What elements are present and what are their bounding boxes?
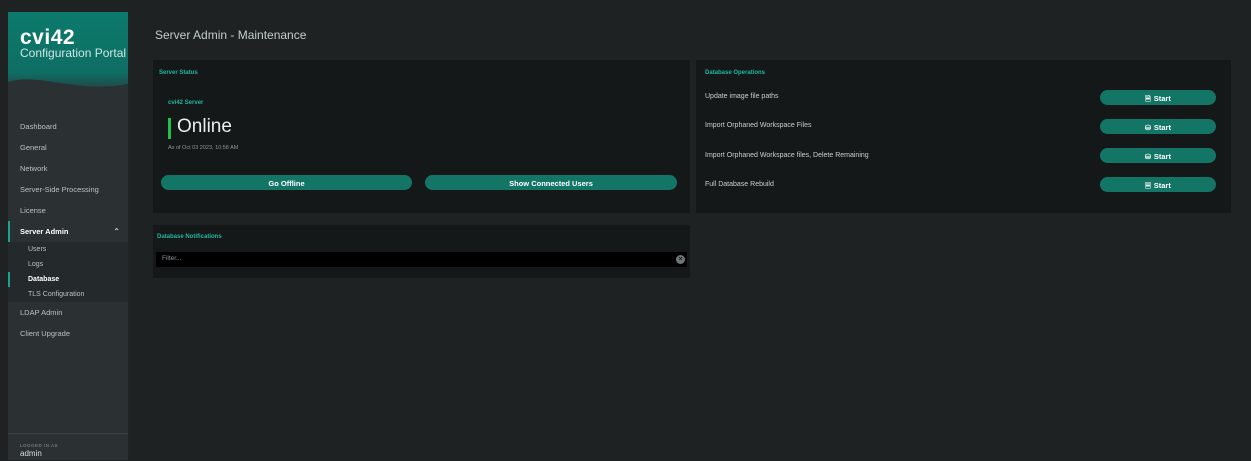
full-database-rebuild-start-button[interactable]: 🗏 Start <box>1100 177 1216 192</box>
server-name-label: cvi42 Server <box>168 100 204 106</box>
logged-in-panel: LOGGED IN AS admin <box>8 433 128 461</box>
file-icon: 🗎 <box>1145 96 1151 103</box>
sidebar: cvi42 Configuration Portal Dashboard Gen… <box>8 12 129 460</box>
go-offline-button[interactable]: Go Offline <box>161 175 412 190</box>
filter-input[interactable]: Filter... × <box>156 252 687 267</box>
sidebar-subitem-users[interactable]: Users <box>8 242 128 257</box>
database-notifications-title: Database Notifications <box>157 234 222 240</box>
start-label: Start <box>1153 94 1171 103</box>
import-orphaned-files-start-button[interactable]: ⛁ Start <box>1100 119 1216 134</box>
server-admin-submenu: Users Logs Database TLS Configuration <box>8 242 128 302</box>
chevron-up-icon: ⌃ <box>113 227 120 236</box>
database-operations-title: Database Operations <box>705 70 766 76</box>
page-title: Server Admin - Maintenance <box>155 28 307 42</box>
operation-label: Import Orphaned Workspace files, Delete … <box>705 152 869 159</box>
update-image-paths-start-button[interactable]: 🗎 Start <box>1100 90 1216 105</box>
status-indicator <box>168 118 171 139</box>
sidebar-item-client-upgrade[interactable]: Client Upgrade <box>8 323 128 344</box>
status-timestamp: As of Oct 03 2023, 10:58 AM <box>168 145 239 151</box>
operation-label: Update image file paths <box>705 93 779 100</box>
sidebar-subitem-database[interactable]: Database <box>8 272 128 287</box>
brand-subtitle: Configuration Portal <box>20 46 127 60</box>
server-status-title: Server Status <box>159 70 198 76</box>
rebuild-icon: 🗏 <box>1145 183 1151 190</box>
sidebar-subitem-tls-configuration[interactable]: TLS Configuration <box>8 287 128 302</box>
database-operations-panel: Database Operations Update image file pa… <box>696 60 1231 213</box>
start-label: Start <box>1153 152 1171 161</box>
start-label: Start <box>1153 123 1171 132</box>
server-status-panel: Server Status cvi42 Server Online As of … <box>153 60 690 213</box>
sidebar-item-general[interactable]: General <box>8 137 128 158</box>
operation-label: Import Orphaned Workspace Files <box>705 122 812 129</box>
brand-header: cvi42 Configuration Portal <box>8 12 128 98</box>
start-label: Start <box>1153 181 1171 190</box>
database-icon: ⛁ <box>1145 154 1151 161</box>
database-notifications-panel: Database Notifications Filter... × <box>153 225 690 278</box>
sidebar-item-server-side-processing[interactable]: Server-Side Processing <box>8 179 128 200</box>
sidebar-item-network[interactable]: Network <box>8 158 128 179</box>
sidebar-item-license[interactable]: License <box>8 200 128 221</box>
operation-label: Full Database Rebuild <box>705 181 774 188</box>
import-orphaned-delete-start-button[interactable]: ⛁ Start <box>1100 148 1216 163</box>
logged-in-username[interactable]: admin <box>20 449 42 458</box>
sidebar-item-ldap-admin[interactable]: LDAP Admin <box>8 302 128 323</box>
sidebar-item-label: Server Admin <box>20 227 69 236</box>
brand-wave-decoration <box>8 79 128 98</box>
show-connected-users-button[interactable]: Show Connected Users <box>425 175 677 190</box>
sidebar-nav: Dashboard General Network Server-Side Pr… <box>8 116 128 344</box>
clear-icon[interactable]: × <box>676 255 685 264</box>
filter-placeholder: Filter... <box>162 255 182 262</box>
database-icon: ⛁ <box>1145 125 1151 132</box>
server-status-value: Online <box>177 116 232 137</box>
sidebar-item-server-admin[interactable]: Server Admin ⌃ <box>8 221 128 242</box>
sidebar-item-dashboard[interactable]: Dashboard <box>8 116 128 137</box>
logged-in-label: LOGGED IN AS <box>20 443 59 448</box>
sidebar-subitem-logs[interactable]: Logs <box>8 257 128 272</box>
